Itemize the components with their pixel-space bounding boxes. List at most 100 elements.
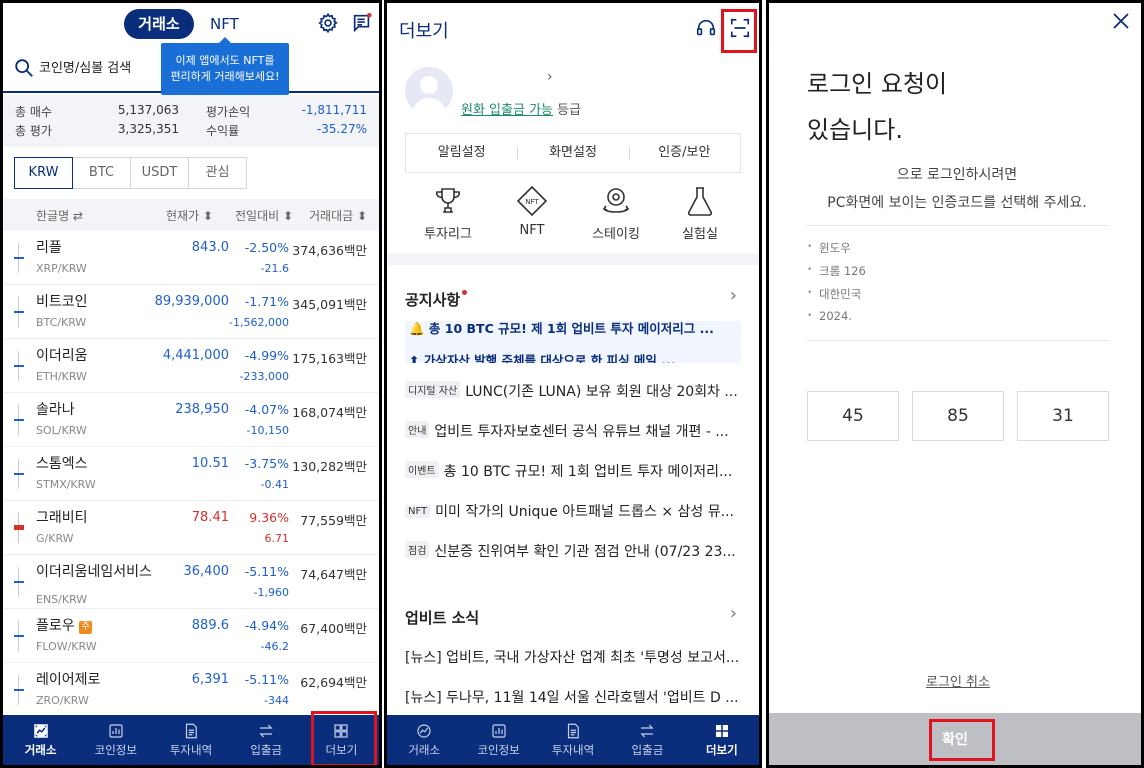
- security-settings-button[interactable]: 인증/보안: [628, 134, 740, 172]
- caution-badge: 주: [79, 621, 93, 634]
- total-buy-value: 5,137,063: [117, 103, 179, 117]
- nav-coininfo[interactable]: 코인정보: [78, 715, 153, 765]
- desc-line: PC화면에 보이는 인증코드를 선택해 주세요.: [827, 195, 1087, 211]
- auth-code-button[interactable]: 85: [912, 391, 1004, 441]
- mini-candle-icon: [14, 675, 24, 705]
- search-icon: [15, 59, 33, 77]
- search-input[interactable]: [39, 57, 179, 79]
- notice-ticker[interactable]: 🔔 총 10 BTC 규모! 제 1회 업비트 투자 메이저리그 ... ⬆ 가…: [405, 321, 741, 363]
- table-row[interactable]: 스톰엑스 STMX/KRW 10.51 -3.75% -0.41 130,282백만: [3, 447, 379, 501]
- close-icon[interactable]: [1111, 11, 1131, 31]
- coin-change-pct: -4.99%: [244, 348, 289, 363]
- feature-staking[interactable]: 스테이킹: [581, 185, 651, 242]
- nav-history[interactable]: 투자내역: [153, 715, 228, 765]
- headset-icon[interactable]: [693, 15, 719, 41]
- table-row[interactable]: 이더리움 ETH/KRW 4,441,000 -4.99% -233,000 175,16…: [3, 339, 379, 393]
- feature-label: 투자리그: [424, 227, 472, 242]
- pl-value: -1,811,711: [301, 103, 367, 117]
- pl-label: 평가손익: [206, 105, 251, 119]
- tab-nft[interactable]: NFT: [210, 9, 250, 39]
- col-volume[interactable]: 거래대금 ⬍: [309, 207, 367, 224]
- news-item[interactable]: [뉴스] 두나무, 11월 14일 서울 신라호텔서 '업비트 D ...: [405, 687, 745, 707]
- cancel-login-link[interactable]: 로그인 취소: [769, 671, 1141, 690]
- auth-code-button[interactable]: 31: [1017, 391, 1109, 441]
- notice-text: LUNC(기존 LUNA) 보유 회원 대상 20회차 ...: [465, 384, 738, 400]
- nav-exchange[interactable]: 거래소: [387, 715, 461, 765]
- table-row[interactable]: 그래비티 G/KRW 78.41 9.36% 6.71 77,559백만: [3, 501, 379, 555]
- tab-btc[interactable]: BTC: [72, 157, 131, 189]
- news-section-title[interactable]: 업비트 소식: [405, 607, 479, 628]
- notice-item[interactable]: NFT 미미 작가의 Unique 아트패널 드롭스 × 삼성 뮤...: [405, 501, 745, 525]
- display-settings-button[interactable]: 화면설정: [517, 134, 628, 172]
- coin-name: 이더리움: [36, 348, 88, 364]
- page-title: 더보기: [399, 21, 449, 42]
- feature-label: 실험실: [682, 227, 718, 242]
- notice-tag: 점검: [405, 541, 430, 558]
- notice-item[interactable]: 안내 업비트 투자자보호센터 공식 유튜브 채널 개편 - ...: [405, 421, 745, 445]
- coin-name: 비트코인: [36, 294, 88, 310]
- gear-icon[interactable]: [315, 10, 341, 36]
- nav-history[interactable]: 투자내역: [536, 715, 610, 765]
- notice-item[interactable]: 디지털 자산 LUNC(기존 LUNA) 보유 회원 대상 20회차 ...: [405, 381, 745, 405]
- mini-candle-icon: [14, 513, 24, 543]
- login-info-box: 윈도우 크롬 126 대한민국 2024.: [807, 225, 1109, 341]
- chevron-right-icon[interactable]: ›: [547, 69, 553, 85]
- coin-price: 36,400: [183, 564, 230, 579]
- nav-more[interactable]: 더보기: [685, 715, 759, 765]
- notice-section-title[interactable]: 공지사항: [405, 289, 468, 310]
- coin-change-pct: -4.07%: [244, 402, 289, 417]
- coin-price: 10.51: [191, 456, 229, 471]
- alarm-settings-button[interactable]: 알림설정: [406, 134, 517, 172]
- table-row[interactable]: 레이어제로 ZRO/KRW 6,391 -5.11% -344 62,694백만: [3, 663, 379, 717]
- table-row[interactable]: 리플 XRP/KRW 843.0 -2.50% -21.6 374,636백만: [3, 231, 379, 285]
- col-price[interactable]: 현재가 ⬍: [166, 207, 213, 224]
- section-divider: [387, 253, 759, 265]
- nav-transfer[interactable]: 입출금: [229, 715, 304, 765]
- tooltip-line: 편리하게 거래해보세요!: [170, 70, 280, 83]
- avatar[interactable]: [405, 67, 453, 115]
- auth-code-button[interactable]: 45: [807, 391, 899, 441]
- coin-symbol: BTC/KRW: [36, 316, 87, 329]
- tab-favorites[interactable]: 관심: [188, 157, 247, 189]
- nav-coininfo[interactable]: 코인정보: [461, 715, 535, 765]
- feature-invest-league[interactable]: 투자리그: [413, 185, 483, 242]
- notice-tag: 이벤트: [405, 461, 439, 478]
- coin-change-amount: 6.71: [264, 532, 290, 545]
- chat-icon[interactable]: [349, 10, 375, 36]
- nav-label: 입출금: [631, 743, 664, 757]
- coin-symbol: ENS/KRW: [36, 593, 88, 606]
- coin-volume: 130,282백만: [292, 459, 367, 474]
- tab-krw[interactable]: KRW: [14, 157, 73, 189]
- table-row[interactable]: 비트코인 BTC/KRW 89,939,000 -1.71% -1,562,000 345…: [3, 285, 379, 339]
- tab-exchange[interactable]: 거래소: [124, 9, 194, 39]
- total-eval-label: 총 평가: [15, 124, 52, 138]
- notice-item[interactable]: 이벤트 총 10 BTC 규모! 제 1회 업비트 투자 메이저리...: [405, 461, 745, 485]
- coin-change-pct: -1.71%: [244, 294, 289, 309]
- market-segment: 거래소 NFT: [124, 9, 258, 39]
- col-change[interactable]: 전일대비 ⬍: [235, 207, 293, 224]
- tab-usdt[interactable]: USDT: [130, 157, 189, 189]
- nav-transfer[interactable]: 입출금: [610, 715, 684, 765]
- coin-price: 238,950: [175, 402, 229, 417]
- coin-name: 플로우 주: [36, 618, 156, 635]
- coin-change-pct: -5.11%: [244, 672, 289, 687]
- notice-item[interactable]: 점검 신분증 진위여부 확인 기관 점검 안내 (07/23 23...: [405, 541, 745, 565]
- level-link[interactable]: 원화 입출금 가능: [461, 103, 553, 118]
- table-row[interactable]: 플로우 주 FLOW/KRW 889.6 -4.94% -46.2 67,400백만: [3, 609, 379, 663]
- col-name[interactable]: 한글명 ⇄: [36, 207, 83, 224]
- notice-tag: 안내: [405, 421, 430, 438]
- table-row[interactable]: 이더리움네임서비스 ENS/KRW 36,400 -5.11% -1,960 74,647…: [3, 555, 379, 609]
- table-header: 한글명 ⇄ 현재가 ⬍ 전일대비 ⬍ 거래대금 ⬍: [3, 199, 379, 231]
- mini-candle-icon: [14, 243, 24, 273]
- news-item[interactable]: [뉴스] 업비트, 국내 가상자산 업계 최초 '투명성 보고서...: [405, 647, 745, 667]
- coin-volume: 74,647백만: [300, 567, 367, 582]
- chevron-right-icon[interactable]: ›: [730, 603, 737, 624]
- coin-volume: 374,636백만: [292, 243, 367, 258]
- table-row[interactable]: 솔라나 SOL/KRW 238,950 -4.07% -10,150 168,074백만: [3, 393, 379, 447]
- nav-exchange[interactable]: 거래소: [3, 715, 78, 765]
- feature-label: 스테이킹: [592, 227, 640, 242]
- chevron-right-icon[interactable]: ›: [730, 285, 737, 306]
- feature-nft[interactable]: NFT NFT: [497, 185, 567, 238]
- feature-lab[interactable]: 실험실: [665, 185, 735, 242]
- coin-name: 솔라나: [36, 402, 75, 418]
